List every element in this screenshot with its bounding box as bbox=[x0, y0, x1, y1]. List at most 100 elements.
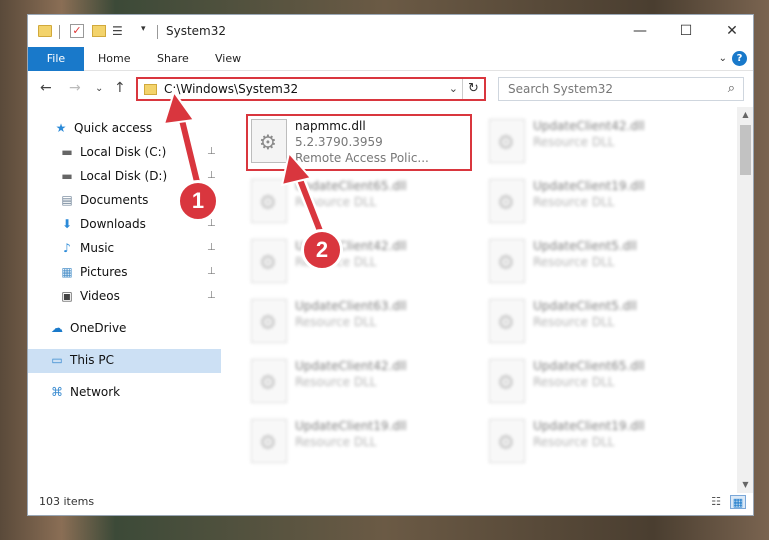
file-description: Resource DLL bbox=[533, 315, 615, 329]
sidebar-item-music[interactable]: ♪ Music ⊥ bbox=[28, 237, 221, 261]
vertical-scrollbar[interactable]: ▲ ▼ bbox=[737, 107, 753, 493]
address-dropdown-icon[interactable]: ⌄ bbox=[449, 82, 458, 95]
customize-view-icon[interactable]: ☰ bbox=[112, 24, 128, 38]
music-icon: ♪ bbox=[63, 241, 71, 255]
sidebar-item-label: Pictures bbox=[80, 265, 128, 279]
tab-share[interactable]: Share bbox=[157, 47, 189, 71]
sidebar-item-this-pc[interactable]: ▭ This PC bbox=[28, 349, 221, 373]
window-title: System32 bbox=[166, 24, 227, 38]
search-icon[interactable]: ⌕ bbox=[728, 81, 735, 96]
quick-access-toolbar-dropdown-icon[interactable]: ▾ bbox=[141, 24, 146, 42]
minimize-button[interactable]: — bbox=[617, 15, 663, 47]
gear-icon: ⚙ bbox=[259, 310, 277, 334]
large-icons-view-icon[interactable]: ▦ bbox=[730, 495, 746, 509]
file-description: Resource DLL bbox=[295, 195, 377, 209]
sidebar-item-label: OneDrive bbox=[70, 321, 127, 335]
dll-file-icon: ⚙ bbox=[251, 239, 287, 283]
sidebar-item-label: Downloads bbox=[80, 217, 146, 231]
step-2-badge: 2 bbox=[301, 229, 343, 271]
tab-view[interactable]: View bbox=[215, 47, 241, 71]
up-button[interactable]: ↑ bbox=[114, 81, 126, 95]
search-input[interactable]: Search System32 bbox=[508, 82, 613, 96]
file-name: UpdateClient42.dll bbox=[533, 119, 645, 133]
back-button[interactable]: ← bbox=[40, 81, 52, 95]
sidebar-item-pictures[interactable]: ▦ Pictures ⊥ bbox=[28, 261, 221, 285]
title-bar: ✓ ☰ ▾ System32 — ☐ ✕ bbox=[28, 15, 753, 47]
toolbar-divider bbox=[157, 25, 158, 39]
address-bar[interactable]: C:\Windows\System32 ⌄ ↻ bbox=[136, 77, 486, 101]
recent-locations-button[interactable]: ⌄ bbox=[95, 82, 103, 96]
gear-icon: ⚙ bbox=[497, 310, 515, 334]
details-view-icon[interactable]: ☷ bbox=[708, 495, 724, 509]
file-item[interactable]: ⚙ UpdateClient19.dll Resource DLL bbox=[245, 413, 465, 471]
sidebar-item-local-disk-c[interactable]: ▬ Local Disk (C:) ⊥ bbox=[28, 141, 221, 165]
file-name: UpdateClient63.dll bbox=[295, 299, 407, 313]
help-icon[interactable]: ? bbox=[732, 51, 747, 66]
file-item[interactable]: ⚙UpdateClient42.dllResource DLL bbox=[245, 353, 465, 411]
dll-file-icon: ⚙ bbox=[489, 119, 525, 163]
file-name: UpdateClient5.dll bbox=[533, 239, 637, 253]
properties-check-icon[interactable]: ✓ bbox=[70, 24, 84, 38]
file-item[interactable]: ⚙ UpdateClient5.dll Resource DLL bbox=[483, 293, 703, 351]
file-item[interactable]: ⚙ UpdateClient65.dll Resource DLL bbox=[483, 353, 703, 411]
pin-icon: ⊥ bbox=[207, 242, 216, 253]
navigation-pane: ★ Quick access ▬ Local Disk (C:) ⊥ ▬ Local Dis… bbox=[28, 107, 221, 493]
dll-file-icon: ⚙ bbox=[489, 179, 525, 223]
network-icon: ⌘ bbox=[51, 385, 63, 399]
file-description: Resource DLL bbox=[295, 435, 377, 449]
dll-file-icon: ⚙ bbox=[489, 239, 525, 283]
scroll-down-icon[interactable]: ▼ bbox=[737, 477, 753, 493]
dll-file-icon: ⚙ bbox=[251, 419, 287, 463]
file-item[interactable]: ⚙ UpdateClient5.dll Resource DLL bbox=[483, 233, 703, 291]
file-item[interactable]: ⚙ UpdateClient63.dll Resource DLL bbox=[245, 293, 465, 351]
gear-icon: ⚙ bbox=[259, 430, 277, 454]
scroll-thumb[interactable] bbox=[740, 125, 751, 175]
file-item[interactable]: ⚙ UpdateClient19.dll Resource DLL bbox=[483, 413, 703, 471]
file-item[interactable]: ⚙ UpdateClient65.dll Resource DLL bbox=[245, 173, 465, 231]
maximize-button[interactable]: ☐ bbox=[663, 15, 709, 47]
file-description: Resource DLL bbox=[533, 135, 615, 149]
sidebar-item-label: Local Disk (C:) bbox=[80, 145, 167, 159]
gear-icon: ⚙ bbox=[497, 130, 515, 154]
folder-icon bbox=[144, 84, 157, 95]
sidebar-item-quick-access[interactable]: ★ Quick access bbox=[28, 117, 221, 141]
file-name: UpdateClient65.dll bbox=[295, 179, 407, 193]
toolbar-divider bbox=[59, 25, 60, 39]
documents-icon: ▤ bbox=[61, 193, 73, 207]
close-button[interactable]: ✕ bbox=[709, 15, 753, 47]
file-item[interactable]: ⚙ UpdateClient19.dll Resource DLL bbox=[483, 173, 703, 231]
expand-ribbon-icon[interactable]: ⌄ bbox=[719, 53, 727, 64]
folder-icon bbox=[38, 25, 52, 37]
sidebar-item-label: Network bbox=[70, 385, 121, 399]
file-explorer-window: ✓ ☰ ▾ System32 — ☐ ✕ File Home Share Vie… bbox=[27, 14, 754, 516]
pin-icon: ⊥ bbox=[207, 290, 216, 301]
file-highlight-box bbox=[246, 114, 472, 171]
file-description: Resource DLL bbox=[295, 315, 377, 329]
drive-icon: ▬ bbox=[61, 169, 73, 183]
videos-icon: ▣ bbox=[61, 289, 73, 303]
sidebar-item-label: This PC bbox=[70, 353, 114, 367]
file-name: UpdateClient19.dll bbox=[533, 179, 645, 193]
sidebar-item-label: Videos bbox=[80, 289, 120, 303]
file-description: Resource DLL bbox=[533, 255, 615, 269]
pictures-icon: ▦ bbox=[61, 265, 73, 279]
file-item[interactable]: ⚙ UpdateClient42.dll Resource DLL bbox=[483, 113, 703, 171]
refresh-button[interactable]: ↻ bbox=[462, 79, 484, 99]
search-box[interactable]: Search System32 ⌕ bbox=[498, 77, 744, 101]
scroll-up-icon[interactable]: ▲ bbox=[737, 107, 753, 123]
ribbon-tabs: File Home Share View ⌄ ? bbox=[28, 47, 753, 71]
tab-home[interactable]: Home bbox=[98, 47, 130, 71]
file-item[interactable]: ⚙UpdateClient42.dllResource DLL bbox=[245, 233, 465, 291]
new-folder-icon[interactable] bbox=[92, 25, 106, 37]
file-description: Resource DLL bbox=[533, 195, 615, 209]
tab-file[interactable]: File bbox=[28, 47, 84, 71]
gear-icon: ⚙ bbox=[497, 190, 515, 214]
address-path[interactable]: C:\Windows\System32 bbox=[164, 82, 298, 96]
drive-icon: ▬ bbox=[61, 145, 73, 159]
sidebar-item-videos[interactable]: ▣ Videos ⊥ bbox=[28, 285, 221, 309]
dll-file-icon: ⚙ bbox=[251, 359, 287, 403]
pin-icon: ⊥ bbox=[207, 170, 216, 181]
sidebar-item-network[interactable]: ⌘ Network bbox=[28, 381, 221, 405]
sidebar-item-onedrive[interactable]: ☁ OneDrive bbox=[28, 317, 221, 341]
forward-button[interactable]: → bbox=[69, 81, 81, 95]
